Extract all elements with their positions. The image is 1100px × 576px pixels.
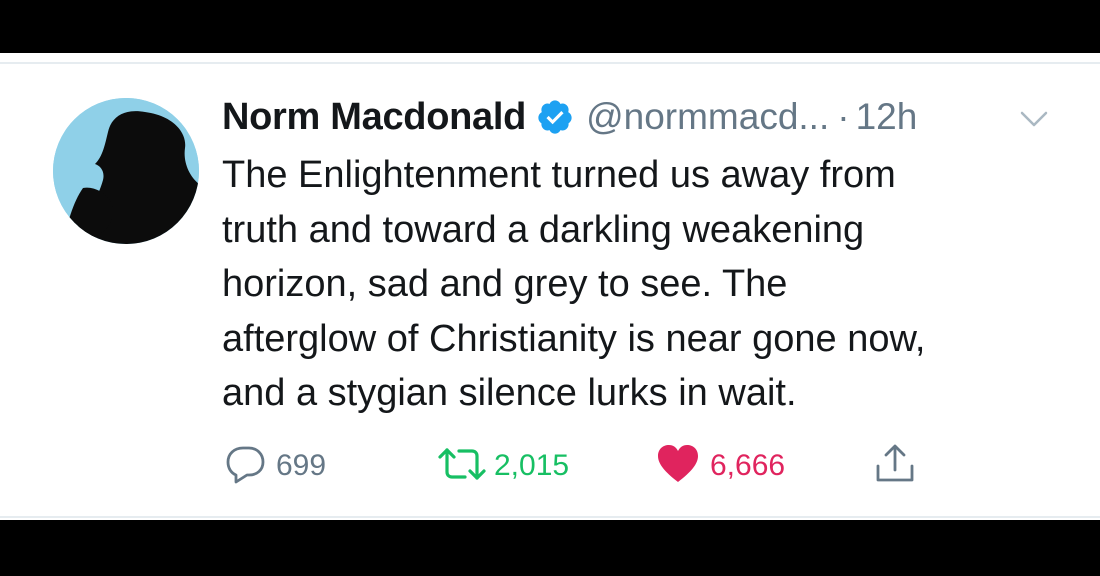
reply-count: 699 [276,449,327,482]
chevron-down-icon[interactable] [1018,107,1050,131]
bottom-divider [0,516,1100,518]
tweet-text: The Enlightenment turned us away from tr… [222,148,1072,421]
tweet-text-line: The Enlightenment turned us away from [222,154,896,196]
separator-dot: · [837,96,850,137]
avatar[interactable] [53,98,199,244]
retweet-icon [436,442,488,491]
tweet-timestamp[interactable]: 12h [856,96,918,138]
retweet-count: 2,015 [494,449,570,482]
tweet-card: Norm Macdonald @normmacd... · 12h The En… [0,53,1100,520]
author-name[interactable]: Norm Macdonald [222,96,526,139]
tweet-text-line: truth and toward a darkling weakening [222,208,865,251]
tweet-text-line: horizon, sad and grey to see. The [222,263,788,305]
reply-bubble-icon [224,442,268,491]
verified-badge-icon [536,98,574,136]
top-divider [0,62,1100,64]
share-button[interactable] [873,441,917,491]
share-icon [873,442,917,491]
tweet-actions: 699 2,015 6,666 [0,441,1100,491]
tweet-header: Norm Macdonald @normmacd... · 12h [222,93,917,141]
like-button[interactable]: 6,666 [656,441,785,491]
author-handle[interactable]: @normmacd... [586,96,829,138]
reply-button[interactable]: 699 [224,441,326,491]
heart-icon [656,442,700,491]
retweet-button[interactable]: 2,015 [436,441,569,491]
tweet-text-line: and a stygian silence lurks in wait. [222,372,797,414]
tweet-text-line: afterglow of Christianity is near gone n… [222,317,926,360]
like-count: 6,666 [710,449,786,482]
